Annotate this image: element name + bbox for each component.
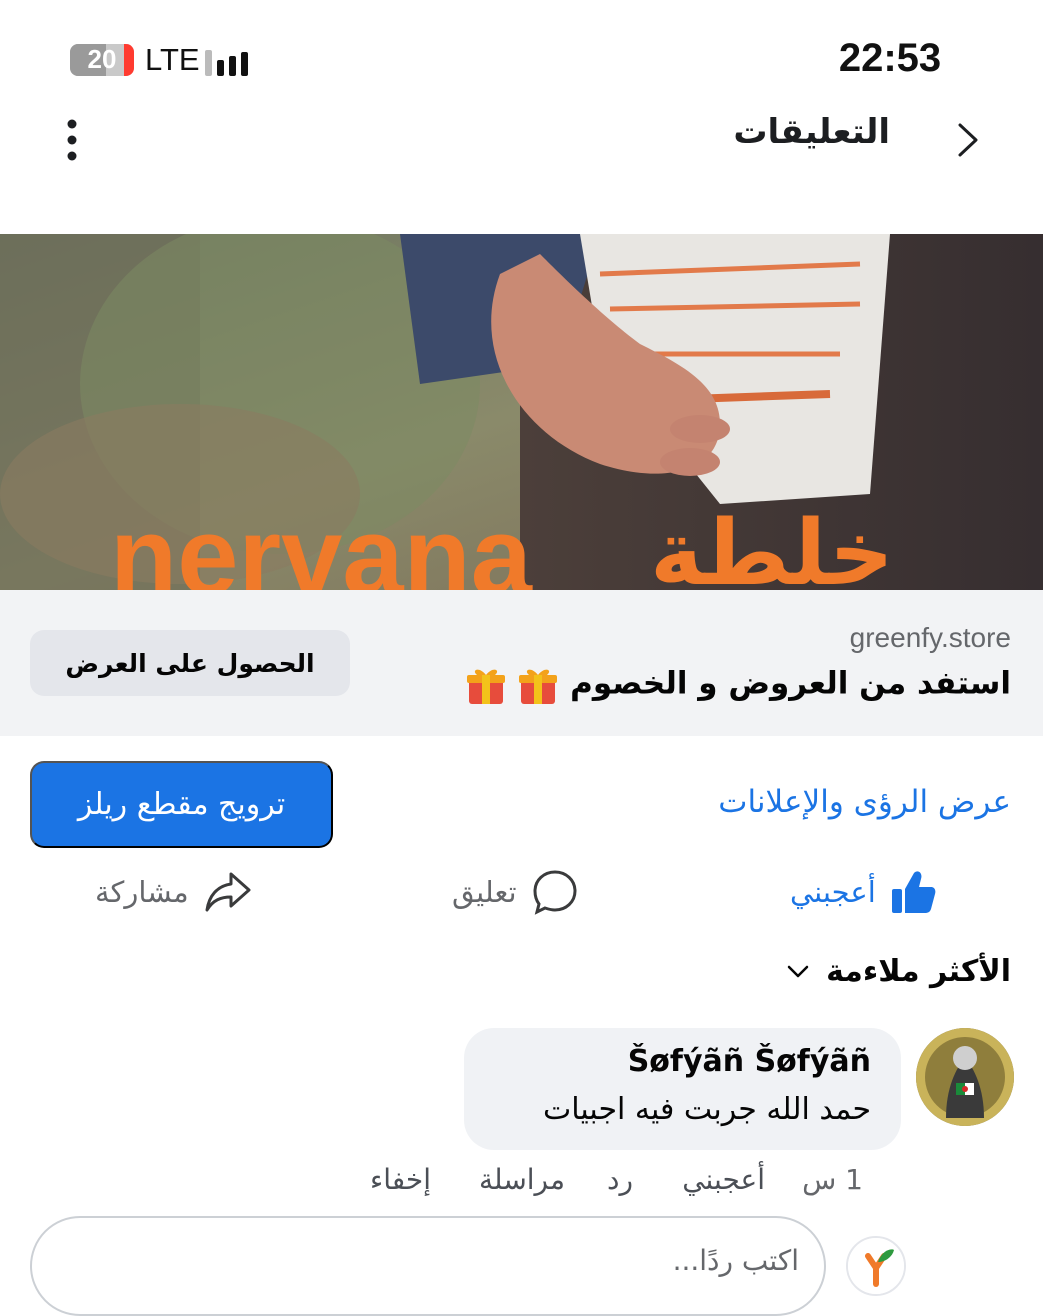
- like-button[interactable]: أعجبني: [790, 862, 938, 922]
- ad-video-thumbnail[interactable]: nervana خلطة: [0, 234, 1043, 590]
- share-button[interactable]: مشاركة: [95, 862, 253, 922]
- signal-icon: [205, 46, 255, 76]
- more-options-icon[interactable]: [60, 118, 84, 162]
- svg-text:خلطة: خلطة: [650, 501, 894, 590]
- battery-icon: 20: [70, 44, 134, 76]
- comment-hide-button[interactable]: إخفاء: [370, 1163, 431, 1196]
- ad-domain: greenfy.store: [849, 622, 1011, 653]
- comment-author[interactable]: Šøfýãñ Šøfýãñ: [628, 1044, 871, 1079]
- comment-reply-button[interactable]: رد: [607, 1163, 633, 1196]
- status-time: 22:53: [838, 36, 942, 80]
- ad-headline: استفد من العروض و الخصوم: [465, 664, 1011, 706]
- chevron-down-icon: [787, 965, 809, 977]
- gift-icon: [466, 669, 505, 704]
- battery-level: 20: [87, 44, 117, 74]
- promote-reel-button[interactable]: ترويج مقطع ريلز: [30, 761, 333, 848]
- comment-like-button[interactable]: أعجبني: [682, 1163, 765, 1196]
- chevron-right-icon[interactable]: [952, 120, 982, 160]
- network-type: LTE: [145, 42, 200, 77]
- comment-text: حمد الله جربت فيه اجبيات: [542, 1092, 871, 1127]
- comment-button[interactable]: تعليق: [452, 862, 579, 922]
- get-offer-button[interactable]: الحصول على العرض: [30, 630, 350, 696]
- avatar[interactable]: [916, 1028, 1014, 1126]
- comment-sort-dropdown[interactable]: الأكثر ملاءمة: [786, 954, 1011, 989]
- page-avatar: [846, 1236, 906, 1296]
- share-arrow-icon: [205, 872, 251, 912]
- thumbs-up-icon: [891, 871, 936, 913]
- comment-message-button[interactable]: مراسلة: [479, 1163, 565, 1196]
- comment-bubble-icon: [533, 870, 577, 915]
- page-title: التعليقات: [733, 112, 890, 152]
- comment-time: 1 س: [802, 1163, 863, 1196]
- view-insights-link[interactable]: عرض الرؤى والإعلانات: [718, 784, 1011, 820]
- reply-placeholder: اكتب ردًا...: [672, 1244, 799, 1277]
- gift-icon: [519, 669, 558, 704]
- svg-text:nervana: nervana: [110, 495, 533, 590]
